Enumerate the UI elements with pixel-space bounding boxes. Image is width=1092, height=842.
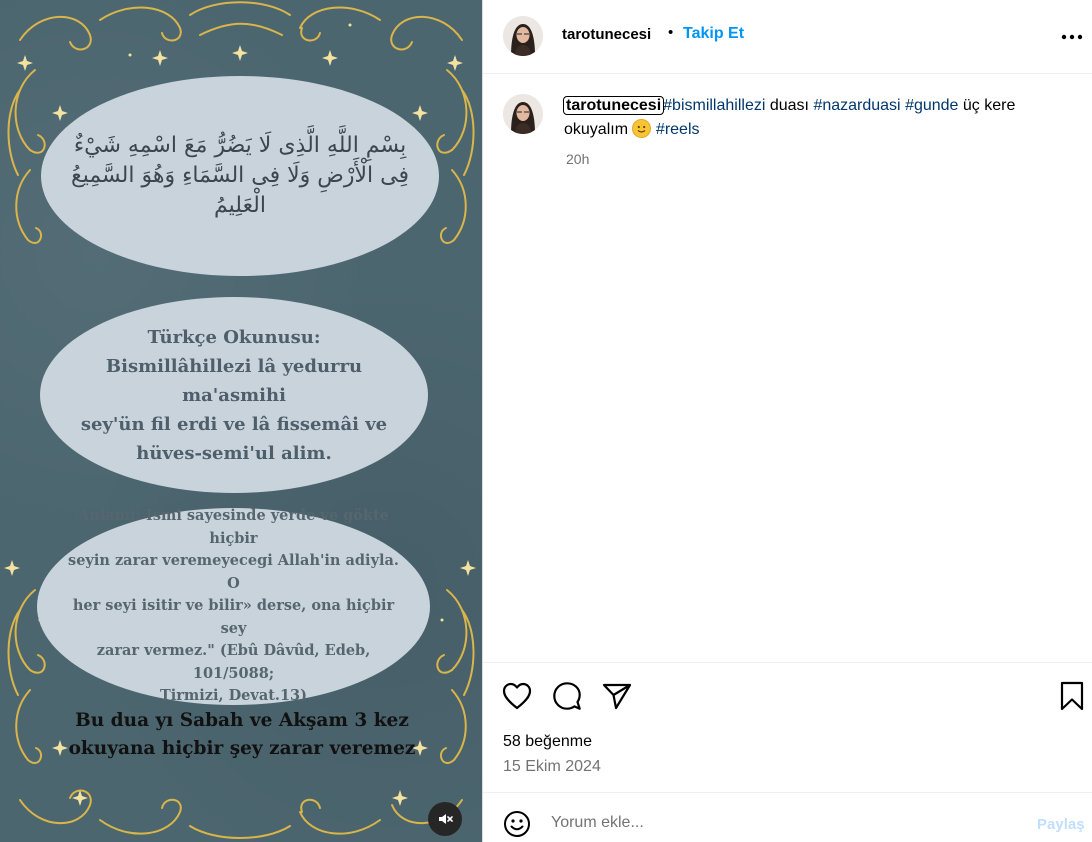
action-bar: 58 beğenme 15 Ekim 2024 <box>483 662 1092 792</box>
post-header: tarotunecesi • Takip Et <box>483 0 1092 74</box>
follow-button[interactable]: Takip Et <box>683 25 744 43</box>
share-button[interactable] <box>601 680 633 712</box>
post-comment-button[interactable]: Paylaş <box>1037 816 1085 833</box>
profile-photo <box>503 16 543 56</box>
bookmark-icon <box>1060 681 1084 711</box>
header-username[interactable]: tarotunecesi <box>562 26 651 43</box>
post-caption: tarotunecesi #bismillahillezi duası #naza… <box>562 94 1069 142</box>
hashtag-link[interactable]: #nazarduasi <box>813 97 900 114</box>
comment-bar: Paylaş <box>483 792 1092 842</box>
heart-icon <box>502 682 532 710</box>
emoji-picker-button[interactable] <box>501 808 533 840</box>
separator-dot: • <box>668 24 674 41</box>
save-button[interactable] <box>1056 680 1088 712</box>
emoji-icon <box>504 811 530 837</box>
bottom-note: Bu dua yı Sabah ve Akşam 3 kez okuyana h… <box>68 710 416 759</box>
arabic-text-oval: بِسْمِ اللَّهِ الَّذِى لَا يَضُرُّ مَعَ … <box>41 76 439 276</box>
caption-username[interactable]: tarotunecesi <box>562 96 665 115</box>
profile-photo <box>503 94 543 134</box>
avatar[interactable] <box>503 16 543 56</box>
muted-speaker-icon <box>439 814 453 824</box>
post-media[interactable]: بِسْمِ اللَّهِ الَّذِى لَا يَضُرُّ مَعَ … <box>0 0 482 842</box>
time-ago[interactable]: 20h <box>566 151 589 167</box>
caption-text: duası <box>765 97 814 114</box>
post-date: 15 Ekim 2024 <box>503 758 601 775</box>
mute-button[interactable] <box>428 802 462 836</box>
meaning-text: Anlami: Ismi sayesinde yerde ve gökte hi… <box>68 507 399 705</box>
turkish-reading-text: Türkçe Okunusu: Bismillâhillezi lâ yedur… <box>80 326 388 464</box>
caption-avatar[interactable] <box>503 94 543 134</box>
comment-icon <box>553 682 581 710</box>
meaning-oval: Anlami: Ismi sayesinde yerde ve gökte hi… <box>37 507 430 705</box>
likes-count[interactable]: 58 beğenme <box>503 733 592 751</box>
hashtag-link[interactable]: #bismillahillezi <box>663 97 765 114</box>
turkish-reading-oval: Türkçe Okunusu: Bismillâhillezi lâ yedur… <box>40 297 428 493</box>
more-horizontal-icon[interactable] <box>1061 34 1083 40</box>
hashtag-link[interactable]: #gunde <box>905 97 958 114</box>
send-icon <box>602 683 632 710</box>
smiling-face-emoji <box>632 119 652 138</box>
comment-button[interactable] <box>551 680 583 712</box>
like-button[interactable] <box>501 680 533 712</box>
hashtag-link[interactable]: #reels <box>656 121 700 138</box>
post-details-panel: tarotunecesi • Takip Et tarotunecesi #bis… <box>483 0 1092 842</box>
arabic-prayer-text: بِسْمِ اللَّهِ الَّذِى لَا يَضُرُّ مَعَ … <box>70 133 410 218</box>
comment-input[interactable] <box>551 814 1021 832</box>
